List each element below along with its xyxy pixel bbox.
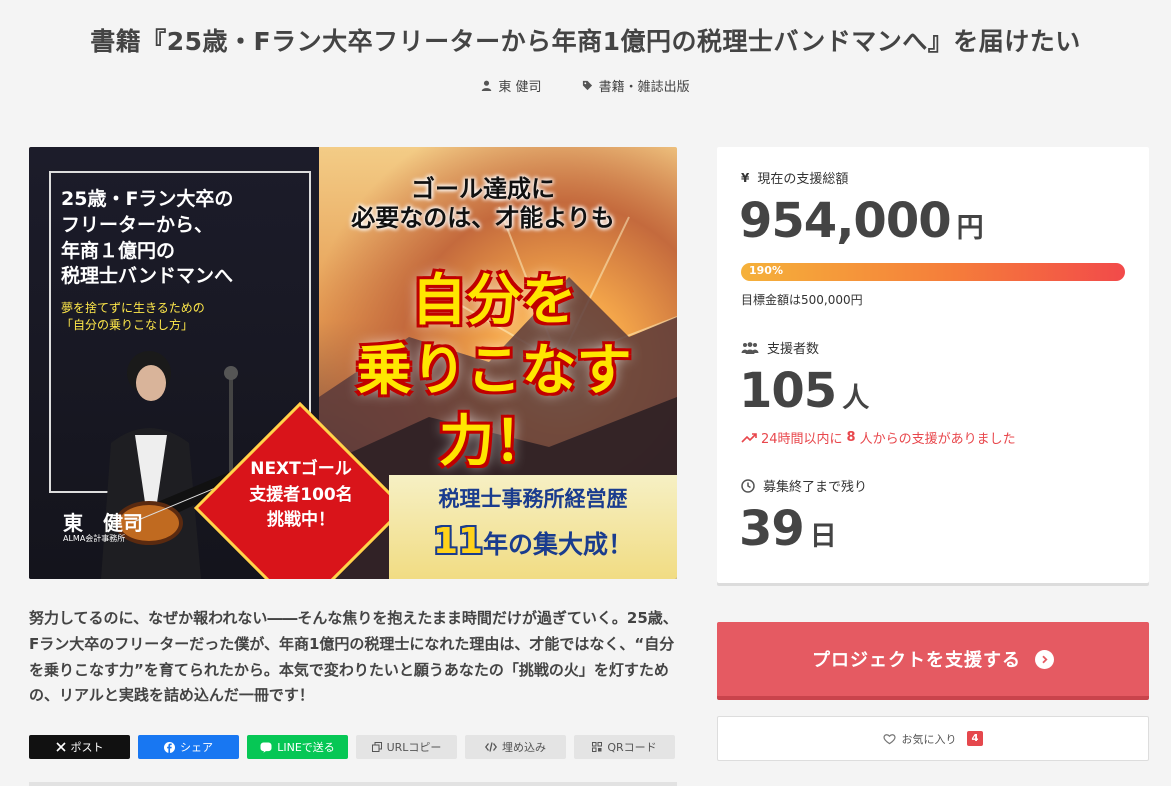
progress-fill <box>741 263 1125 281</box>
x-logo-icon <box>55 742 66 752</box>
author-link[interactable]: 東 健司 <box>481 76 542 95</box>
book-subtitle: 夢を捨てずに生きるための 「自分の乗りこなし方」 <box>61 301 205 333</box>
funding-progress-bar: 190% <box>741 263 1125 281</box>
hero-author-name: 東 健司 <box>63 511 143 535</box>
book-title: 25歳・Fラン大卒の フリーターから、 年商１億円の 税理士バンドマンへ <box>61 188 234 288</box>
supporters-unit: 人 <box>842 383 870 414</box>
amount-label-row: ¥ 現在の支援総額 <box>741 168 849 188</box>
recent-support-suffix: 人からの支援がありました <box>859 432 1016 447</box>
favorite-count-badge: 4 <box>966 731 984 746</box>
project-description: 努力してるのに、なぜか報われない――そんな焦りを抱えたまま時間だけが過ぎていく。… <box>29 609 678 705</box>
remaining-label-row: 募集終了まで残り <box>741 476 867 495</box>
amount-value: 954,000 <box>739 193 952 249</box>
hero-headline: ゴール達成に 必要なのは、才能よりも <box>351 175 615 233</box>
users-icon <box>741 341 759 354</box>
goal-amount: 目標金額は500,000円 <box>741 293 863 307</box>
code-icon <box>485 742 497 752</box>
support-project-button[interactable]: プロジェクトを支援する <box>717 622 1149 700</box>
embed-button[interactable]: 埋め込み <box>465 735 566 759</box>
user-icon <box>482 80 492 91</box>
recent-support-prefix: 24時間以内に <box>761 432 843 447</box>
share-x-label: ポスト <box>70 741 104 754</box>
remaining-value: 39 <box>739 501 805 557</box>
hero-main-copy: 自分を 乗りこなす力！ <box>356 268 632 473</box>
remaining-label: 募集終了まで残り <box>763 480 868 495</box>
experience-banner-line2: 11年の集大成！ <box>393 521 673 562</box>
share-buttons: ポスト シェア LINEで送る URLコピー 埋め込み QRコード <box>29 735 675 759</box>
share-facebook-label: シェア <box>180 741 213 754</box>
recent-support-count: 8 <box>846 430 856 445</box>
share-line-button[interactable]: LINEで送る <box>247 735 348 759</box>
tag-icon <box>582 80 592 91</box>
supporters-label: 支援者数 <box>767 342 820 357</box>
embed-label: 埋め込み <box>502 741 546 754</box>
supporters-label-row: 支援者数 <box>741 338 819 357</box>
favorite-label: お気に入り <box>901 732 957 746</box>
clock-icon <box>741 478 755 493</box>
experience-banner-suffix: 年の集大成！ <box>483 530 634 559</box>
progress-percent: 190% <box>749 264 783 277</box>
trending-up-icon <box>741 432 757 443</box>
share-facebook-button[interactable]: シェア <box>138 735 239 759</box>
support-button-label: プロジェクトを支援する <box>812 650 1021 671</box>
heart-icon <box>882 733 896 744</box>
favorite-button[interactable]: お気に入り 4 <box>717 716 1149 761</box>
page-title: 書籍『25歳・Fラン大卒フリーターから年商1億円の税理士バンドマンへ』を届けたい <box>90 27 1081 56</box>
category-link[interactable]: 書籍・雑誌出版 <box>582 76 690 95</box>
experience-years: 11 <box>432 521 484 562</box>
supporters-value-row: 105 人 <box>739 363 869 419</box>
amount-unit: 円 <box>956 213 984 244</box>
remaining-unit: 日 <box>809 521 837 552</box>
qr-code-icon <box>592 742 603 752</box>
author-name: 東 健司 <box>498 80 542 95</box>
amount-value-row: 954,000 円 <box>739 193 984 249</box>
recent-support-note: 24時間以内に 8 人からの支援がありました <box>741 428 1016 447</box>
experience-banner-line1: 税理士事務所経営歴 <box>438 487 628 511</box>
copy-icon <box>371 742 382 752</box>
share-line-label: LINEで送る <box>277 741 335 754</box>
copy-url-button[interactable]: URLコピー <box>356 735 457 759</box>
amount-label: 現在の支援総額 <box>757 172 849 187</box>
line-icon <box>260 742 272 753</box>
category-name: 書籍・雑誌出版 <box>598 80 690 95</box>
project-hero-image: 25歳・Fラン大卒の フリーターから、 年商１億円の 税理士バンドマンへ 夢を捨… <box>29 147 677 579</box>
share-x-button[interactable]: ポスト <box>29 735 130 759</box>
funding-stats-card: ¥ 現在の支援総額 954,000 円 190% 目標金額は500,000円 支… <box>717 147 1149 583</box>
copy-url-label: URLコピー <box>386 741 442 754</box>
facebook-icon <box>164 741 175 753</box>
yen-icon: ¥ <box>741 170 750 185</box>
project-meta: 東 健司 書籍・雑誌出版 <box>0 76 1171 95</box>
qr-code-label: QRコード <box>607 741 657 754</box>
remaining-value-row: 39 日 <box>739 501 837 557</box>
supporters-value: 105 <box>739 363 837 419</box>
next-goal-text: NEXTゴール 支援者100名 挑戦中！ <box>249 459 353 530</box>
chevron-right-circle-icon <box>1035 649 1054 669</box>
hero-author-firm: ALMA会計事務所 <box>63 534 126 543</box>
qr-code-button[interactable]: QRコード <box>574 735 675 759</box>
section-divider <box>29 782 677 786</box>
